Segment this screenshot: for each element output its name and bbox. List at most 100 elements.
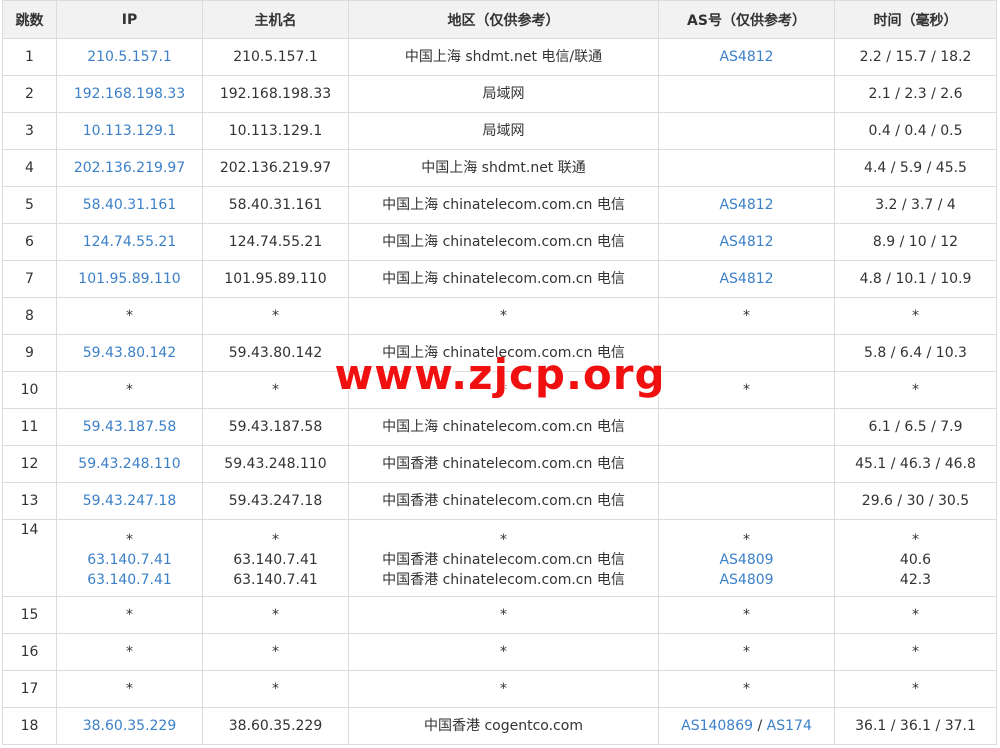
as-number-link[interactable]: AS4812 (719, 234, 773, 250)
ip-cell-text-link[interactable]: 58.40.31.161 (83, 197, 177, 213)
hostname-cell: 10.113.129.1 (202, 112, 349, 150)
ip-cell: 10.113.129.1 (56, 112, 203, 150)
ip-cell-text-link[interactable]: 63.140.7.41 (87, 552, 172, 568)
hop-number: 12 (2, 445, 57, 483)
time-cell-text: 2.2 / 15.7 / 18.2 (859, 49, 972, 65)
hostname-cell-content: * (203, 380, 348, 400)
hop-number: 11 (2, 408, 57, 446)
as-cell-content (659, 417, 834, 437)
time-cell: 36.1 / 36.1 / 37.1 (834, 707, 997, 745)
hostname-cell-text: 59.43.247.18 (228, 493, 323, 509)
region-cell-text: 中国上海 chinatelecom.com.cn 电信 (382, 345, 625, 361)
hostname-cell-content: 192.168.198.33 (203, 84, 348, 104)
table-row: 17 * * * * * (2, 670, 997, 708)
time-cell-content: 6.1 / 6.5 / 7.9 (835, 417, 996, 437)
hostname-cell-line: 59.43.187.58 (203, 417, 348, 437)
region-cell-content: 中国上海 shdmt.net 联通 (349, 158, 658, 178)
ip-cell-content: * (57, 306, 202, 326)
region-cell: 中国香港 cogentco.com (348, 707, 659, 745)
time-cell: 2.1 / 2.3 / 2.6 (834, 75, 997, 113)
region-cell-line: 中国香港 cogentco.com (349, 716, 658, 736)
ip-cell-text-link[interactable]: 101.95.89.110 (78, 271, 180, 287)
ip-cell: 202.136.219.97 (56, 149, 203, 187)
hop-number-text: 2 (25, 86, 34, 102)
time-cell-text: 0.4 / 0.4 / 0.5 (868, 123, 963, 139)
time-cell-text: 8.9 / 10 / 12 (872, 234, 959, 250)
time-cell-line: * (835, 679, 996, 699)
ip-cell-text-link[interactable]: 210.5.157.1 (87, 49, 172, 65)
time-cell-content: 4.4 / 5.9 / 45.5 (835, 158, 996, 178)
time-cell: 29.6 / 30 / 30.5 (834, 482, 997, 520)
ip-cell-content: 192.168.198.33 (57, 84, 202, 104)
time-cell-line: 5.8 / 6.4 / 10.3 (835, 343, 996, 363)
region-cell-text: 中国香港 chinatelecom.com.cn 电信 (382, 572, 625, 588)
as-number-link[interactable]: AS174 (767, 718, 812, 734)
as-cell-line (659, 454, 834, 474)
region-cell: * 中国香港 chinatelecom.com.cn 电信 中国香港 chinate… (348, 519, 659, 597)
region-cell-text: * (500, 382, 507, 398)
hostname-cell-content: 124.74.55.21 (203, 232, 348, 252)
hop-number: 7 (2, 260, 57, 298)
as-cell (658, 482, 835, 520)
as-cell: * (658, 670, 835, 708)
as-number-link[interactable]: AS4812 (719, 271, 773, 287)
hostname-cell: * (202, 371, 349, 409)
region-cell-text: 中国上海 chinatelecom.com.cn 电信 (382, 234, 625, 250)
ip-cell: * (56, 633, 203, 671)
time-cell-text: 45.1 / 46.3 / 46.8 (855, 456, 976, 472)
time-cell-content: * (835, 605, 996, 625)
ip-cell-content: * 63.140.7.41 63.140.7.41 (57, 520, 202, 590)
ip-cell: 59.43.248.110 (56, 445, 203, 483)
hostname-cell: * (202, 596, 349, 634)
ip-cell-text: * (126, 532, 133, 548)
region-cell: * (348, 670, 659, 708)
hop-number: 16 (2, 633, 57, 671)
ip-cell-content: 59.43.248.110 (57, 454, 202, 474)
region-cell-content: 中国香港 chinatelecom.com.cn 电信 (349, 491, 658, 511)
ip-cell-text-link[interactable]: 202.136.219.97 (74, 160, 185, 176)
ip-cell-text-link[interactable]: 38.60.35.229 (83, 718, 177, 734)
as-number-link[interactable]: AS140869 (681, 718, 753, 734)
table-row: 14 * 63.140.7.41 63.140.7.41 * 63.140.7.41 63.… (2, 519, 997, 597)
ip-cell-text-link[interactable]: 10.113.129.1 (83, 123, 177, 139)
ip-cell-text-link[interactable]: 63.140.7.41 (87, 572, 172, 588)
as-cell-content (659, 454, 834, 474)
hop-number-text: 6 (25, 234, 34, 250)
time-cell-text: 5.8 / 6.4 / 10.3 (864, 345, 967, 361)
ip-cell-text-link[interactable]: 59.43.247.18 (83, 493, 177, 509)
ip-cell-content: 10.113.129.1 (57, 121, 202, 141)
ip-cell-line: 101.95.89.110 (57, 269, 202, 289)
header-region: 地区（仅供参考） (348, 0, 659, 39)
hostname-cell-text: 101.95.89.110 (224, 271, 327, 287)
as-cell-content: AS140869 / AS174 (659, 716, 834, 736)
hostname-cell-line: 38.60.35.229 (203, 716, 348, 736)
ip-cell-text-link[interactable]: 59.43.248.110 (78, 456, 180, 472)
ip-cell-text-link[interactable]: 59.43.80.142 (83, 345, 177, 361)
table-row: 4 202.136.219.97 202.136.219.97 中国上海 shdmt.… (2, 149, 997, 187)
as-number-link[interactable]: AS4809 (719, 572, 773, 588)
region-cell-content: * 中国香港 chinatelecom.com.cn 电信 中国香港 chinate… (349, 520, 658, 590)
ip-cell: 192.168.198.33 (56, 75, 203, 113)
hostname-cell-text: 59.43.248.110 (224, 456, 327, 472)
hop-number-text: 4 (25, 160, 34, 176)
time-cell-content: 0.4 / 0.4 / 0.5 (835, 121, 996, 141)
as-number-link[interactable]: AS4809 (719, 552, 773, 568)
as-number-link[interactable]: AS4812 (719, 49, 773, 65)
as-cell-line: AS4812 (659, 232, 834, 252)
ip-cell-text-link[interactable]: 59.43.187.58 (83, 419, 177, 435)
ip-cell-line: * (57, 605, 202, 625)
as-cell: AS4812 (658, 186, 835, 224)
time-cell-line: 8.9 / 10 / 12 (835, 232, 996, 252)
ip-cell-text: * (126, 308, 133, 324)
ip-cell-text-link[interactable]: 124.74.55.21 (83, 234, 177, 250)
time-cell-line: 4.8 / 10.1 / 10.9 (835, 269, 996, 289)
ip-cell: 210.5.157.1 (56, 38, 203, 76)
table-row: 7 101.95.89.110 101.95.89.110 中国上海 chinatel… (2, 260, 997, 298)
as-cell-line: * (659, 605, 834, 625)
as-number-link[interactable]: AS4812 (719, 197, 773, 213)
ip-cell-text: * (126, 681, 133, 697)
as-separator: / (753, 718, 767, 734)
ip-cell-text-link[interactable]: 192.168.198.33 (74, 86, 185, 102)
hostname-cell-content: 59.43.248.110 (203, 454, 348, 474)
time-cell-line: 36.1 / 36.1 / 37.1 (835, 716, 996, 736)
